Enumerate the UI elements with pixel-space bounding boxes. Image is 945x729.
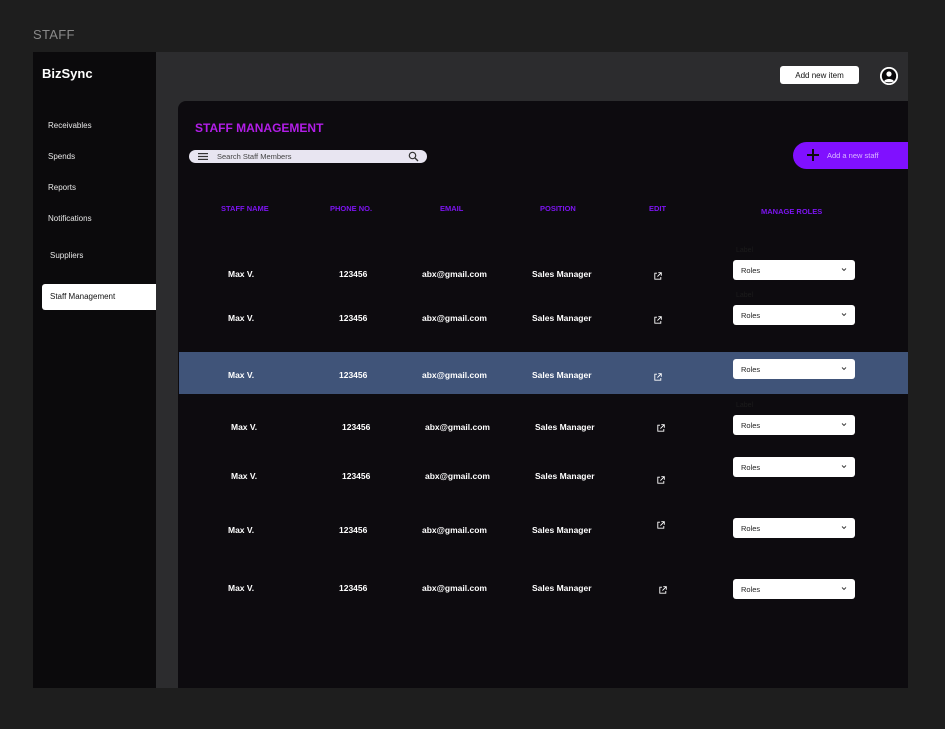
chevron-down-icon: [841, 423, 847, 427]
roles-dropdown[interactable]: Roles: [733, 457, 855, 477]
external-edit-icon[interactable]: [654, 272, 662, 280]
phone-cell: 123456: [339, 583, 368, 593]
search-icon[interactable]: [408, 151, 419, 162]
email-cell[interactable]: abx@gmail.com: [422, 525, 487, 535]
phone-cell: 123456: [339, 313, 368, 323]
search-input[interactable]: [217, 150, 407, 163]
position-cell: Sales Manager: [535, 471, 595, 481]
roles-dropdown-value: Roles: [741, 585, 761, 594]
external-edit-icon[interactable]: [654, 316, 662, 324]
chevron-down-icon: [841, 587, 847, 591]
staff-name-cell: Max V.: [228, 370, 255, 380]
staff-management-panel: STAFF MANAGEMENT Add a new staff STAFF N…: [178, 101, 908, 688]
phone-cell: 123456: [342, 422, 371, 432]
plus-icon: [807, 149, 819, 161]
chevron-down-icon: [841, 313, 847, 317]
phone-cell: 123456: [339, 525, 368, 535]
email-cell[interactable]: abx@gmail.com: [422, 370, 487, 380]
sidebar-item-spends[interactable]: Spends: [48, 152, 75, 161]
column-header-phone: PHONE NO.: [330, 204, 373, 213]
add-new-item-button[interactable]: Add new item: [780, 66, 859, 84]
chevron-down-icon: [841, 465, 847, 469]
staff-name-cell: Max V.: [231, 422, 258, 432]
add-new-staff-label: Add a new staff: [827, 151, 879, 160]
roles-dropdown[interactable]: Roles: [733, 518, 855, 538]
position-cell: Sales Manager: [532, 269, 592, 279]
staff-name-cell: Max V.: [228, 269, 255, 279]
roles-field-label: Label: [736, 292, 754, 299]
email-cell[interactable]: abx@gmail.com: [425, 422, 490, 432]
sidebar-item-notifications[interactable]: Notifications: [48, 214, 92, 223]
chevron-down-icon: [841, 268, 847, 272]
sidebar-item-suppliers[interactable]: Suppliers: [50, 251, 83, 260]
chevron-down-icon: [841, 526, 847, 530]
roles-dropdown[interactable]: Roles: [733, 579, 855, 599]
position-cell: Sales Manager: [532, 370, 592, 380]
phone-cell: 123456: [342, 471, 371, 481]
user-circle-icon[interactable]: [880, 67, 898, 85]
column-header-email: EMAIL: [440, 204, 464, 213]
roles-dropdown-value: Roles: [741, 365, 761, 374]
chevron-down-icon: [841, 367, 847, 371]
roles-field-label: Label: [736, 247, 754, 254]
position-cell: Sales Manager: [532, 313, 592, 323]
menu-icon[interactable]: [198, 153, 208, 160]
external-edit-icon[interactable]: [659, 586, 667, 594]
email-cell[interactable]: abx@gmail.com: [422, 269, 487, 279]
add-new-staff-button[interactable]: Add a new staff: [793, 142, 908, 169]
external-edit-icon[interactable]: [654, 373, 662, 381]
column-header-staff-name: STAFF NAME: [221, 204, 269, 213]
app-window: BizSync Receivables Spends Reports Notif…: [33, 52, 908, 688]
staff-name-cell: Max V.: [231, 471, 258, 481]
roles-dropdown[interactable]: Roles: [733, 260, 855, 280]
sidebar: BizSync Receivables Spends Reports Notif…: [33, 52, 156, 688]
external-edit-icon[interactable]: [657, 424, 665, 432]
roles-dropdown-value: Roles: [741, 463, 761, 472]
position-cell: Sales Manager: [532, 583, 592, 593]
roles-dropdown[interactable]: Roles: [733, 359, 855, 379]
roles-dropdown-value: Roles: [741, 311, 761, 320]
roles-dropdown-value: Roles: [741, 266, 761, 275]
roles-dropdown-value: Roles: [741, 524, 761, 533]
column-header-edit: EDIT: [649, 204, 667, 213]
external-edit-icon[interactable]: [657, 476, 665, 484]
email-cell[interactable]: abx@gmail.com: [422, 313, 487, 323]
position-cell: Sales Manager: [532, 525, 592, 535]
position-cell: Sales Manager: [535, 422, 595, 432]
phone-cell: 123456: [339, 269, 368, 279]
sidebar-item-staff-management[interactable]: Staff Management: [42, 284, 156, 310]
email-cell[interactable]: abx@gmail.com: [425, 471, 490, 481]
sidebar-item-receivables[interactable]: Receivables: [48, 121, 92, 130]
frame-label: STAFF: [33, 27, 75, 42]
staff-name-cell: Max V.: [228, 313, 255, 323]
brand-logo: BizSync: [42, 66, 93, 81]
phone-cell: 123456: [339, 370, 368, 380]
roles-dropdown[interactable]: Roles: [733, 305, 855, 325]
roles-dropdown[interactable]: Roles: [733, 415, 855, 435]
staff-name-cell: Max V.: [228, 525, 255, 535]
sidebar-item-reports[interactable]: Reports: [48, 183, 76, 192]
page-title: STAFF MANAGEMENT: [195, 121, 324, 135]
column-header-manage-roles: MANAGE ROLES: [761, 207, 823, 216]
roles-field-label: Label: [736, 402, 754, 409]
external-edit-icon[interactable]: [657, 521, 665, 529]
search-bar: [189, 150, 427, 163]
staff-name-cell: Max V.: [228, 583, 255, 593]
column-header-position: POSITION: [540, 204, 576, 213]
roles-dropdown-value: Roles: [741, 421, 761, 430]
email-cell[interactable]: abx@gmail.com: [422, 583, 487, 593]
